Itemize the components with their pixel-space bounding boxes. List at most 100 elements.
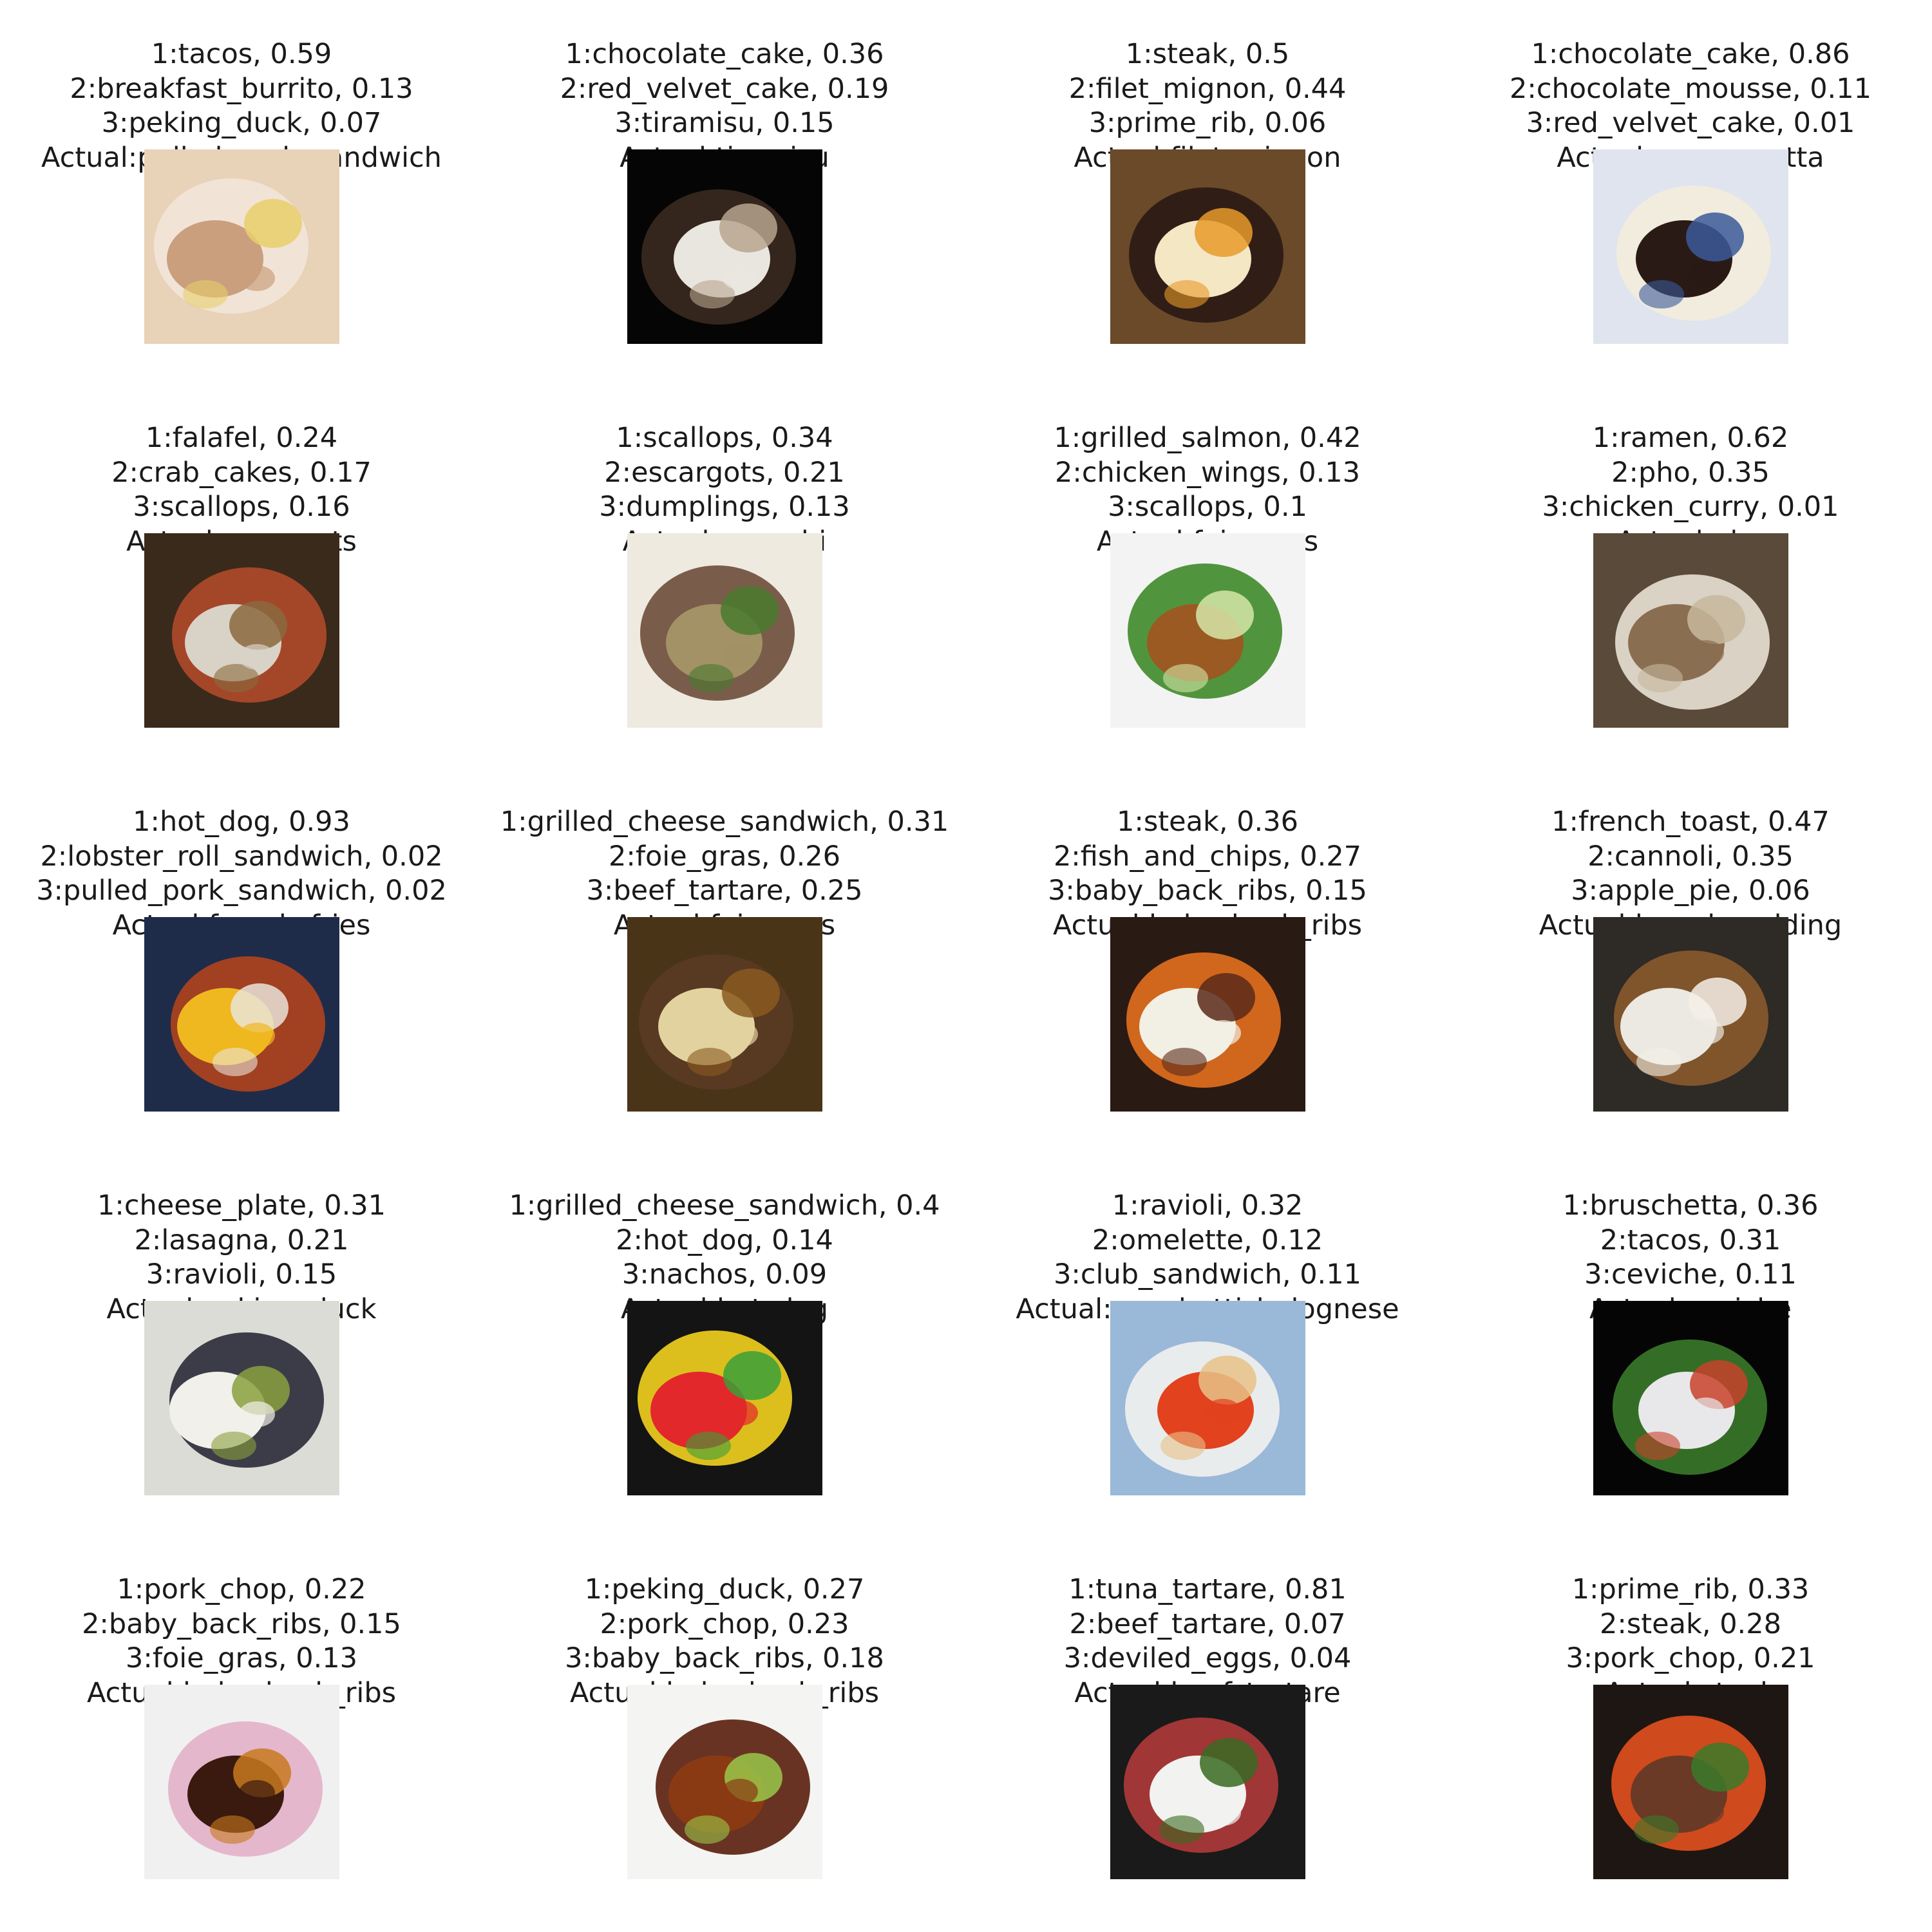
prediction-panel: 1:grilled_salmon, 0.42 2:chicken_wings, 0… xyxy=(966,384,1449,768)
prediction-panel: 1:tacos, 0.59 2:breakfast_burrito, 0.13 3:… xyxy=(0,0,483,384)
prediction-rank-2: 2:filet_mignon, 0.44 xyxy=(1068,72,1347,105)
prediction-panel: 1:scallops, 0.34 2:escargots, 0.21 3:dumpl… xyxy=(483,384,966,768)
prediction-rank-2: 2:escargots, 0.21 xyxy=(604,456,845,489)
prediction-rank-2: 2:chocolate_mousse, 0.11 xyxy=(1510,72,1871,105)
peking-duck-photo xyxy=(144,1301,339,1495)
prediction-rank-2: 2:steak, 0.28 xyxy=(1600,1607,1781,1640)
prediction-rank-3: 3:pulled_pork_sandwich, 0.02 xyxy=(36,875,447,907)
ceviche-photo xyxy=(1593,1301,1788,1495)
escargots-photo xyxy=(144,533,339,728)
prediction-rank-2: 2:omelette, 0.12 xyxy=(1092,1224,1323,1256)
prediction-rank-3: 3:peking_duck, 0.07 xyxy=(101,107,382,140)
hot-dog-photo xyxy=(627,1301,822,1495)
prediction-rank-3: 3:scallops, 0.16 xyxy=(133,491,350,524)
prediction-rank-1: 1:pork_chop, 0.22 xyxy=(117,1573,366,1605)
prediction-rank-2: 2:baby_back_ribs, 0.15 xyxy=(82,1607,401,1640)
foie-gras-photo xyxy=(1110,533,1305,728)
prediction-panel: 1:tuna_tartare, 0.81 2:beef_tartare, 0.07… xyxy=(966,1535,1449,1919)
prediction-rank-1: 1:steak, 0.36 xyxy=(1117,806,1298,838)
baby-back-ribs-photo-3 xyxy=(627,1685,822,1879)
prediction-rank-2: 2:lobster_roll_sandwich, 0.02 xyxy=(40,840,443,873)
prediction-rank-2: 2:chicken_wings, 0.13 xyxy=(1054,456,1361,489)
prediction-rank-1: 1:ramen, 0.62 xyxy=(1592,422,1789,454)
prediction-rank-2: 2:crab_cakes, 0.17 xyxy=(111,456,372,489)
prediction-rank-3: 3:ceviche, 0.11 xyxy=(1584,1258,1797,1291)
prediction-rank-2: 2:hot_dog, 0.14 xyxy=(616,1224,833,1256)
prediction-rank-1: 1:scallops, 0.34 xyxy=(616,422,833,454)
spaghetti-bolognese-photo xyxy=(1110,1301,1305,1495)
gnocchi-photo xyxy=(627,533,822,728)
prediction-rank-1: 1:peking_duck, 0.27 xyxy=(584,1573,865,1605)
prediction-panel: 1:pork_chop, 0.22 2:baby_back_ribs, 0.15 3… xyxy=(0,1535,483,1919)
prediction-panel: 1:grilled_cheese_sandwich, 0.31 2:foie_gr… xyxy=(483,768,966,1151)
prediction-rank-2: 2:lasagna, 0.21 xyxy=(134,1224,349,1256)
prediction-panel: 1:ramen, 0.62 2:pho, 0.35 3:chicken_curry,… xyxy=(1449,384,1932,768)
prediction-panel: 1:grilled_cheese_sandwich, 0.4 2:hot_dog,… xyxy=(483,1151,966,1535)
prediction-panel: 1:chocolate_cake, 0.36 2:red_velvet_cake,… xyxy=(483,0,966,384)
prediction-rank-3: 3:chicken_curry, 0.01 xyxy=(1542,491,1839,524)
prediction-rank-2: 2:tacos, 0.31 xyxy=(1600,1224,1781,1256)
filet-mignon-photo xyxy=(1110,149,1305,344)
prediction-rank-1: 1:steak, 0.5 xyxy=(1125,38,1290,70)
prediction-rank-3: 3:ravioli, 0.15 xyxy=(146,1258,337,1291)
prediction-grid: 1:tacos, 0.59 2:breakfast_burrito, 0.13 3:… xyxy=(0,0,1932,1932)
prediction-rank-3: 3:apple_pie, 0.06 xyxy=(1571,875,1810,907)
prediction-rank-3: 3:baby_back_ribs, 0.18 xyxy=(565,1642,884,1675)
prediction-rank-3: 3:beef_tartare, 0.25 xyxy=(586,875,863,907)
prediction-rank-2: 2:pork_chop, 0.23 xyxy=(600,1607,849,1640)
prediction-rank-1: 1:chocolate_cake, 0.86 xyxy=(1531,38,1850,70)
pulled-pork-photo xyxy=(144,149,339,344)
prediction-rank-2: 2:beef_tartare, 0.07 xyxy=(1069,1607,1346,1640)
prediction-rank-1: 1:tuna_tartare, 0.81 xyxy=(1068,1573,1347,1605)
prediction-rank-2: 2:cannoli, 0.35 xyxy=(1587,840,1794,873)
pho-photo xyxy=(1593,533,1788,728)
baby-back-ribs-photo xyxy=(1110,917,1305,1112)
prediction-rank-1: 1:tacos, 0.59 xyxy=(151,38,332,70)
prediction-rank-3: 3:prime_rib, 0.06 xyxy=(1088,107,1327,140)
prediction-rank-1: 1:prime_rib, 0.33 xyxy=(1571,1573,1810,1605)
prediction-panel: 1:chocolate_cake, 0.86 2:chocolate_mousse… xyxy=(1449,0,1932,384)
prediction-rank-3: 3:dumplings, 0.13 xyxy=(599,491,850,524)
beef-tartare-photo xyxy=(1110,1685,1305,1879)
french-fries-photo xyxy=(144,917,339,1112)
prediction-rank-3: 3:scallops, 0.1 xyxy=(1108,491,1307,524)
prediction-panel: 1:peking_duck, 0.27 2:pork_chop, 0.23 3:ba… xyxy=(483,1535,966,1919)
prediction-rank-1: 1:grilled_cheese_sandwich, 0.31 xyxy=(500,806,949,838)
prediction-rank-3: 3:deviled_eggs, 0.04 xyxy=(1063,1642,1352,1675)
prediction-rank-3: 3:pork_chop, 0.21 xyxy=(1566,1642,1815,1675)
prediction-rank-3: 3:baby_back_ribs, 0.15 xyxy=(1048,875,1367,907)
prediction-panel: 1:hot_dog, 0.93 2:lobster_roll_sandwich, … xyxy=(0,768,483,1151)
prediction-panel: 1:bruschetta, 0.36 2:tacos, 0.31 3:ceviche… xyxy=(1449,1151,1932,1535)
prediction-rank-1: 1:bruschetta, 0.36 xyxy=(1562,1189,1819,1222)
tiramisu-photo xyxy=(627,149,822,344)
prediction-panel: 1:ravioli, 0.32 2:omelette, 0.12 3:club_sa… xyxy=(966,1151,1449,1535)
panna-cotta-photo xyxy=(1593,149,1788,344)
prediction-panel: 1:french_toast, 0.47 2:cannoli, 0.35 3:app… xyxy=(1449,768,1932,1151)
prediction-rank-3: 3:tiramisu, 0.15 xyxy=(614,107,835,140)
prediction-rank-1: 1:hot_dog, 0.93 xyxy=(133,806,350,838)
prediction-panel: 1:falafel, 0.24 2:crab_cakes, 0.17 3:scall… xyxy=(0,384,483,768)
prediction-rank-2: 2:breakfast_burrito, 0.13 xyxy=(70,72,413,105)
baby-back-ribs-photo-2 xyxy=(144,1685,339,1879)
prediction-rank-2: 2:fish_and_chips, 0.27 xyxy=(1053,840,1362,873)
prediction-rank-1: 1:ravioli, 0.32 xyxy=(1112,1189,1303,1222)
bread-pudding-photo xyxy=(1593,917,1788,1112)
foie-gras-photo-2 xyxy=(627,917,822,1112)
steak-photo xyxy=(1593,1685,1788,1879)
prediction-panel: 1:cheese_plate, 0.31 2:lasagna, 0.21 3:rav… xyxy=(0,1151,483,1535)
prediction-rank-2: 2:foie_gras, 0.26 xyxy=(609,840,840,873)
prediction-rank-3: 3:foie_gras, 0.13 xyxy=(126,1642,357,1675)
prediction-rank-1: 1:grilled_salmon, 0.42 xyxy=(1054,422,1361,454)
prediction-rank-1: 1:grilled_cheese_sandwich, 0.4 xyxy=(509,1189,940,1222)
prediction-rank-3: 3:red_velvet_cake, 0.01 xyxy=(1526,107,1855,140)
prediction-rank-2: 2:red_velvet_cake, 0.19 xyxy=(560,72,889,105)
prediction-rank-1: 1:falafel, 0.24 xyxy=(145,422,338,454)
prediction-rank-1: 1:cheese_plate, 0.31 xyxy=(97,1189,386,1222)
prediction-panel: 1:steak, 0.5 2:filet_mignon, 0.44 3:prime_… xyxy=(966,0,1449,384)
prediction-panel: 1:prime_rib, 0.33 2:steak, 0.28 3:pork_cho… xyxy=(1449,1535,1932,1919)
prediction-rank-1: 1:chocolate_cake, 0.36 xyxy=(565,38,884,70)
prediction-rank-2: 2:pho, 0.35 xyxy=(1611,456,1770,489)
prediction-rank-1: 1:french_toast, 0.47 xyxy=(1551,806,1830,838)
prediction-panel: 1:steak, 0.36 2:fish_and_chips, 0.27 3:bab… xyxy=(966,768,1449,1151)
prediction-rank-3: 3:nachos, 0.09 xyxy=(621,1258,828,1291)
